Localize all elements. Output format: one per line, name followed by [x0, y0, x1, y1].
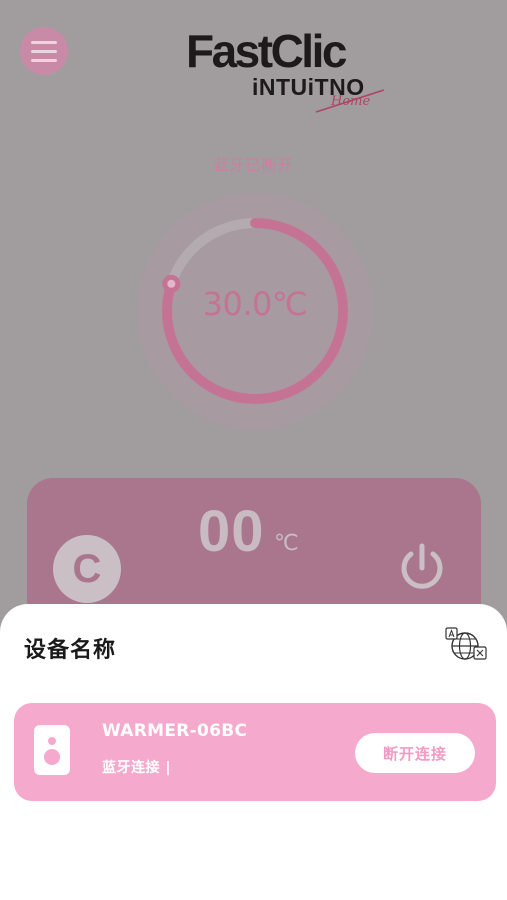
disconnect-button[interactable]: 断开连接 [355, 733, 475, 773]
celsius-glyph: C [72, 546, 102, 591]
logo-main-text: FastClic [186, 25, 347, 77]
device-icon-dot [48, 737, 56, 745]
menu-icon-bar [31, 49, 57, 53]
translate-globe-icon[interactable] [444, 626, 490, 662]
device-icon-speaker [44, 749, 60, 765]
power-icon[interactable] [394, 540, 450, 596]
sheet-title: 设备名称 [24, 638, 117, 663]
logo-script-text: Home [331, 94, 371, 109]
brand-logo: FastClic iNTUiTNO Home [186, 26, 386, 116]
set-temperature-value: 00 [198, 499, 265, 564]
set-temperature-unit: ℃ [274, 531, 299, 556]
celsius-icon[interactable]: C [53, 535, 121, 603]
menu-icon-bar [31, 40, 57, 44]
device-bottom-sheet: 设备名称 WARMER-06BC 蓝牙连接 | 断开连接 [0, 604, 507, 900]
menu-button[interactable] [20, 27, 68, 75]
device-connection-status: 蓝牙连接 | [102, 760, 171, 776]
device-card[interactable]: WARMER-06BC 蓝牙连接 | 断开连接 [14, 703, 496, 801]
temperature-readout: 30.0℃ [202, 285, 308, 323]
device-name: WARMER-06BC [102, 721, 248, 741]
menu-icon-bar [31, 58, 57, 62]
device-icon [34, 725, 70, 775]
bluetooth-status: 蓝牙已断开 [213, 156, 294, 174]
